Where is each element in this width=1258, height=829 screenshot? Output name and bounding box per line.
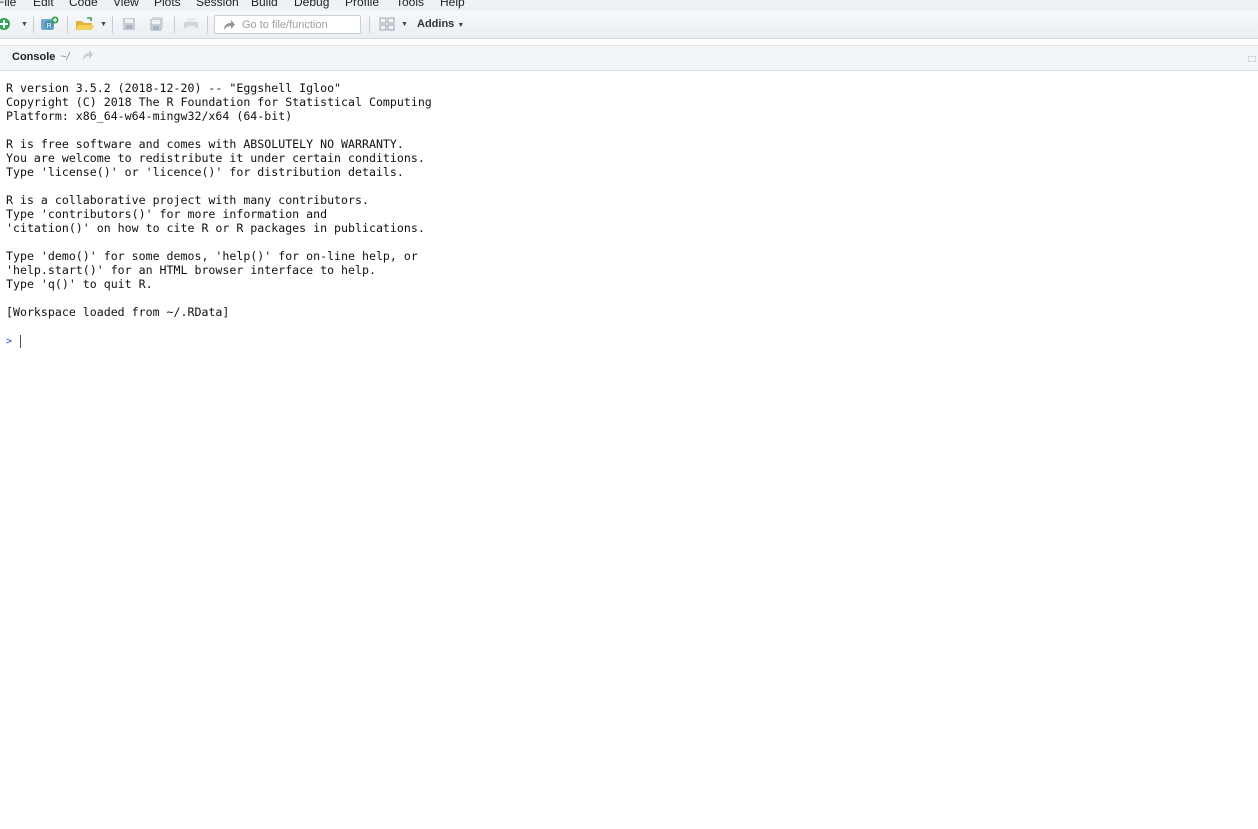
go-to-file-input[interactable]: Go to file/function [214, 15, 361, 34]
console-input-line[interactable]: > [6, 334, 22, 348]
menu-edit[interactable]: Edit [33, 0, 54, 9]
go-to-arrow-icon [224, 19, 235, 30]
go-to-directory-icon [83, 50, 93, 60]
new-project-button[interactable]: R [40, 15, 60, 33]
console-output-line: R version 3.5.2 (2018-12-20) -- "Eggshel… [6, 81, 342, 95]
grid-icon [379, 17, 395, 31]
toolbar-separator [207, 16, 208, 33]
save-all-button[interactable] [148, 15, 166, 33]
console-output-line: Type 'q()' to quit R. [6, 277, 153, 291]
go-to-file-placeholder: Go to file/function [242, 18, 328, 31]
console-output: R version 3.5.2 (2018-12-20) -- "Eggshel… [6, 81, 432, 319]
console-output-line: Type 'contributors()' for more informati… [6, 207, 328, 221]
new-file-dropdown-icon[interactable]: ▼ [21, 15, 28, 33]
open-file-dropdown-icon[interactable]: ▼ [100, 15, 107, 33]
toolbar-separator [174, 16, 175, 33]
print-button[interactable] [182, 15, 200, 33]
console-output-line: Copyright (C) 2018 The R Foundation for … [6, 95, 432, 109]
addins-label: Addins [417, 18, 455, 30]
toolbar-separator [112, 16, 113, 33]
workspace-panes-button[interactable] [378, 15, 396, 33]
menu-session[interactable]: Session [196, 0, 239, 9]
console-output-line: Type 'license()' or 'licence()' for dist… [6, 165, 404, 179]
menu-help[interactable]: Help [440, 0, 465, 9]
svg-text:R: R [46, 23, 51, 30]
open-file-button[interactable] [74, 15, 96, 33]
menu-debug[interactable]: Debug [294, 0, 329, 9]
save-all-icon [150, 17, 163, 31]
console-prompt: > [6, 335, 13, 347]
toolbar-separator [33, 16, 34, 33]
console-output-line: R is free software and comes with ABSOLU… [6, 137, 404, 151]
console-output-line: Platform: x86_64-w64-mingw32/x64 (64-bit… [6, 109, 293, 123]
menu-view[interactable]: View [113, 0, 139, 9]
menu-file[interactable]: File [0, 0, 16, 9]
save-icon [123, 18, 135, 30]
main-toolbar: ▼ R ▼ Go to file/function ▼ Addins ▼ [0, 11, 1258, 39]
go-to-directory-button[interactable] [81, 48, 95, 67]
tab-console[interactable]: Console [12, 51, 55, 63]
menu-code[interactable]: Code [69, 0, 98, 9]
new-file-button[interactable] [0, 15, 12, 33]
console-tab-bar: Console ~/ [0, 45, 1258, 71]
console-output-line: R is a collaborative project with many c… [6, 193, 369, 207]
menu-tools[interactable]: Tools [396, 0, 424, 9]
menu-plots[interactable]: Plots [154, 0, 181, 9]
console-output-line: [Workspace loaded from ~/.RData] [6, 305, 230, 319]
print-icon [184, 18, 198, 30]
chevron-down-icon: ▼ [457, 22, 465, 29]
text-cursor [20, 334, 22, 348]
addins-menu[interactable]: Addins ▼ [417, 18, 464, 30]
console-working-directory: ~/ [60, 51, 70, 63]
menu-bar: File Edit Code View Plots Session Build … [0, 0, 1258, 11]
new-file-icon [0, 18, 10, 30]
console-output-line: Type 'demo()' for some demos, 'help()' f… [6, 249, 418, 263]
new-project-icon: R [41, 16, 59, 30]
menu-profile[interactable]: Profile [345, 0, 379, 9]
console-output-line: You are welcome to redistribute it under… [6, 151, 425, 165]
menu-build[interactable]: Build [251, 0, 278, 9]
console-output-line: 'help.start()' for an HTML browser inter… [6, 263, 376, 277]
toolbar-separator [369, 16, 370, 33]
panes-dropdown-icon[interactable]: ▼ [401, 15, 408, 33]
save-button[interactable] [121, 15, 137, 33]
folder-open-icon [76, 16, 94, 30]
maximize-pane-icon[interactable] [1248, 56, 1256, 62]
console-output-line: 'citation()' on how to cite R or R packa… [6, 221, 425, 235]
toolbar-separator [67, 16, 68, 33]
